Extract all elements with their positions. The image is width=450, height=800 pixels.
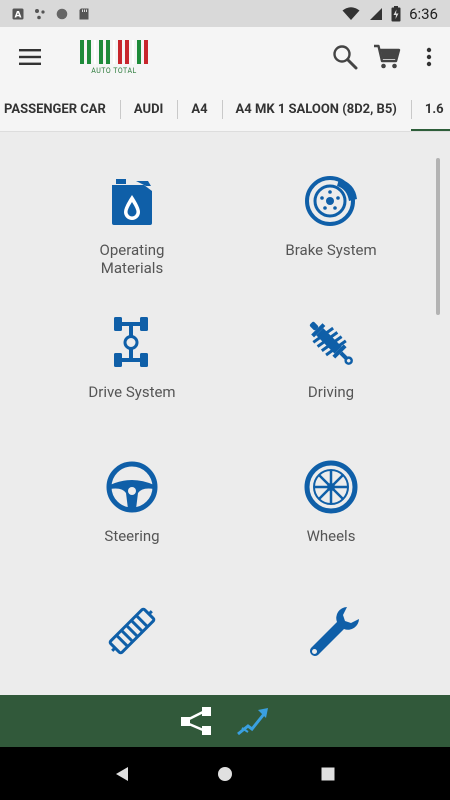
breadcrumb: PASSENGER CAR AUDI A4 A4 MK 1 SALOON (8D… bbox=[0, 87, 450, 132]
recents-icon[interactable] bbox=[320, 766, 336, 782]
category-label: Driving bbox=[307, 383, 355, 401]
category-steering[interactable]: Steering bbox=[32, 459, 232, 545]
auto-total-logo[interactable]: AUTO TOTAL bbox=[80, 39, 148, 75]
navigation-bar bbox=[0, 747, 450, 800]
category-label: Operating Materials bbox=[99, 241, 165, 277]
logo-text: AUTO TOTAL bbox=[91, 66, 137, 75]
breadcrumb-passenger-car[interactable]: PASSENGER CAR bbox=[0, 87, 120, 131]
battery-charging-icon bbox=[391, 5, 401, 21]
breadcrumb-a4-mk1-saloon[interactable]: A4 MK 1 SALOON (8D2, B5) bbox=[221, 87, 411, 131]
more-options-button[interactable] bbox=[408, 27, 450, 87]
signal-icon bbox=[370, 7, 383, 20]
category-label: Steering bbox=[104, 527, 160, 545]
category-brake-system[interactable]: Brake System bbox=[231, 173, 431, 259]
breadcrumb-audi[interactable]: AUDI bbox=[119, 87, 177, 131]
wifi-icon bbox=[342, 6, 360, 20]
exhaust-icon bbox=[108, 607, 156, 655]
cart-icon bbox=[374, 44, 401, 69]
more-vert-icon bbox=[426, 47, 432, 67]
home-icon[interactable] bbox=[217, 766, 233, 782]
search-button[interactable] bbox=[324, 27, 366, 87]
breadcrumb-engine-1-6[interactable]: 1.6 bbox=[410, 87, 450, 131]
share-icon[interactable] bbox=[180, 706, 214, 736]
status-bar: A 6:36 bbox=[0, 0, 450, 27]
cart-button[interactable] bbox=[366, 27, 408, 87]
category-label: Wheels bbox=[306, 527, 356, 545]
shock-absorber-icon bbox=[309, 321, 353, 365]
app-bar: AUTO TOTAL bbox=[0, 27, 450, 87]
drivetrain-icon bbox=[114, 317, 148, 367]
category-label: Brake System bbox=[285, 241, 377, 259]
category-tools[interactable] bbox=[231, 603, 431, 671]
oil-can-icon bbox=[112, 179, 152, 225]
back-icon[interactable] bbox=[114, 766, 130, 782]
category-operating-materials[interactable]: Operating Materials bbox=[32, 173, 232, 277]
brake-disc-icon bbox=[305, 176, 357, 226]
hub-icon bbox=[35, 8, 45, 19]
category-label: Drive System bbox=[88, 383, 176, 401]
breadcrumb-a4[interactable]: A4 bbox=[177, 87, 221, 131]
bottom-toolbar bbox=[0, 695, 450, 747]
hamburger-menu-icon bbox=[19, 49, 41, 65]
category-grid: Operating Materials Brake System Drive S… bbox=[0, 133, 450, 695]
scrollbar[interactable] bbox=[436, 158, 440, 315]
wheel-icon bbox=[304, 460, 358, 514]
status-time: 6:36 bbox=[409, 4, 438, 23]
wrench-icon bbox=[310, 607, 359, 656]
category-wheels[interactable]: Wheels bbox=[231, 459, 431, 545]
chart-up-icon[interactable] bbox=[236, 706, 270, 736]
category-drive-system[interactable]: Drive System bbox=[32, 315, 232, 401]
a-notification-icon: A bbox=[12, 8, 24, 20]
logo-bars bbox=[80, 39, 148, 64]
svg-text:A: A bbox=[15, 10, 22, 20]
circle-icon bbox=[56, 8, 68, 19]
steering-wheel-icon bbox=[106, 461, 158, 513]
category-exhaust[interactable] bbox=[32, 603, 232, 671]
search-icon bbox=[333, 45, 358, 70]
category-driving[interactable]: Driving bbox=[231, 315, 431, 401]
menu-button[interactable] bbox=[0, 27, 60, 87]
sd-card-icon bbox=[79, 8, 89, 19]
